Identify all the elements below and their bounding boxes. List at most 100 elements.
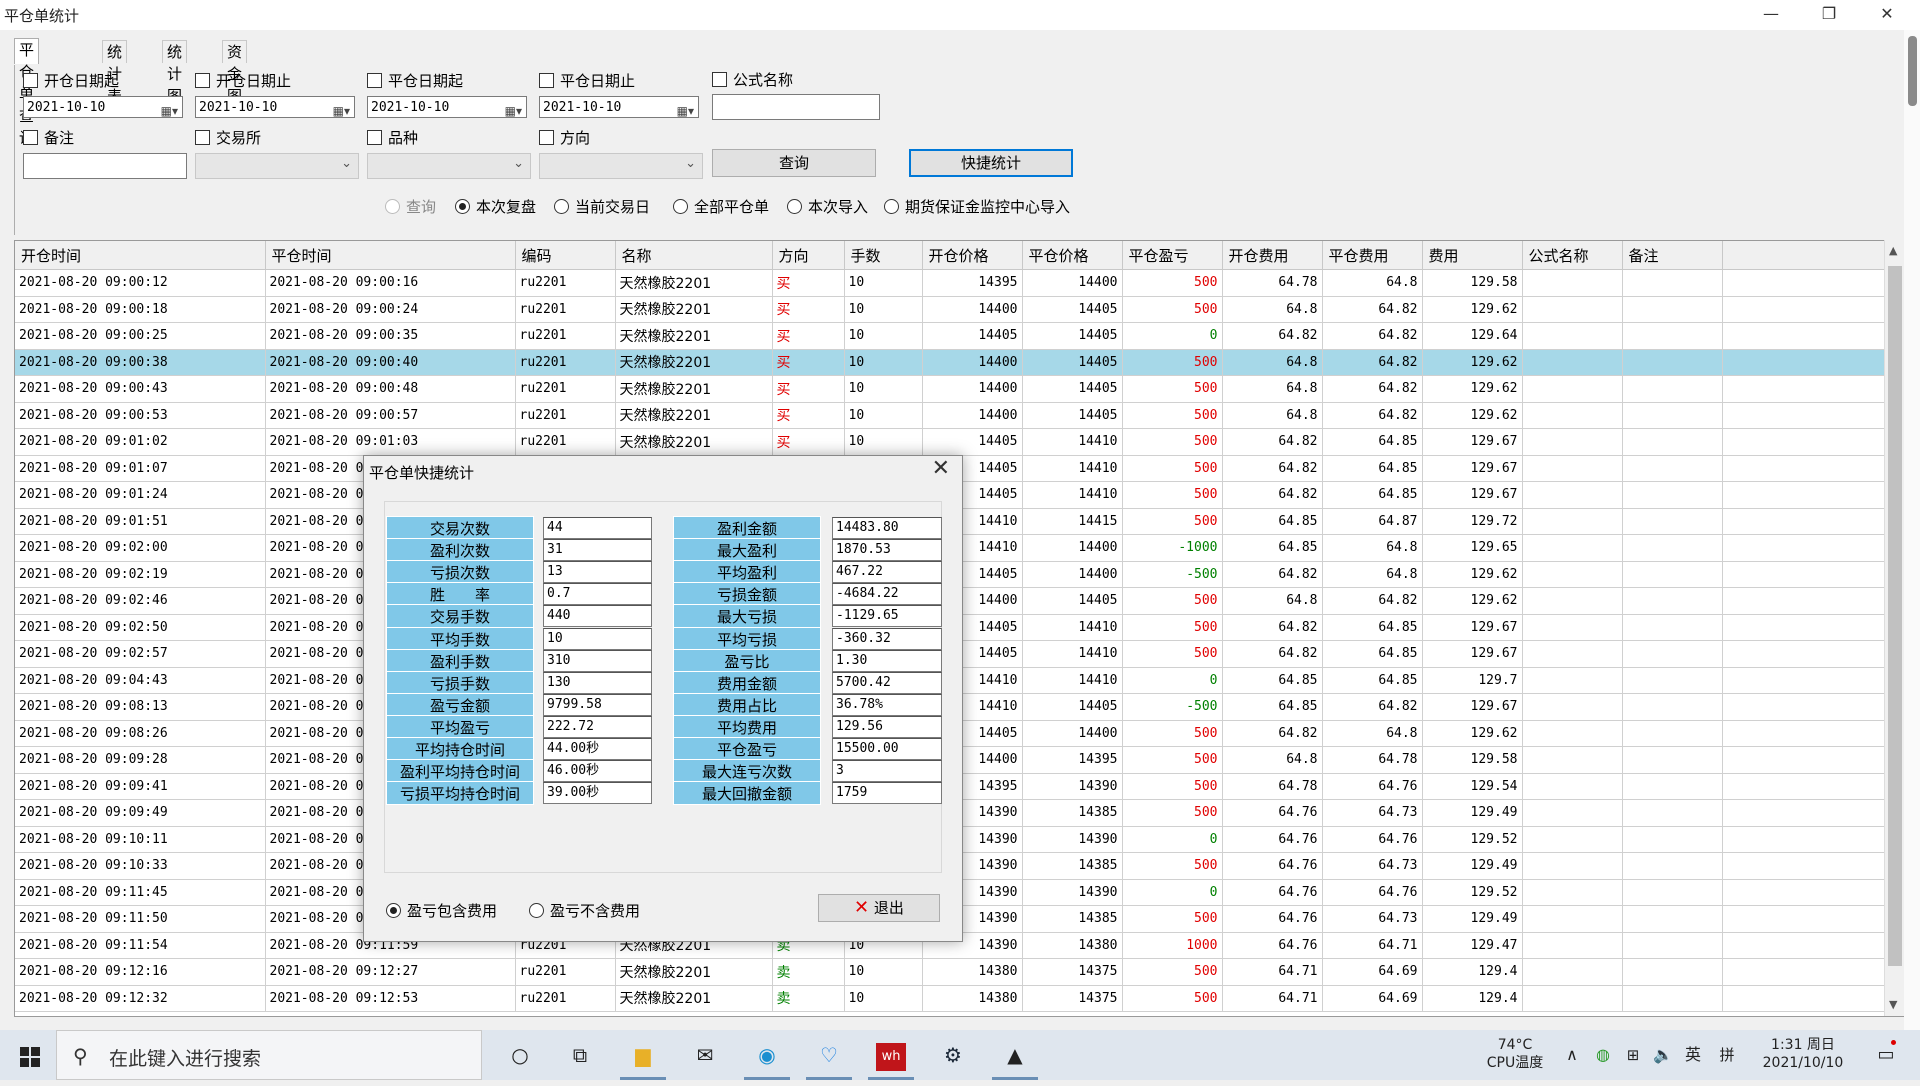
variety-checkbox[interactable]: 品种 bbox=[367, 128, 418, 148]
edge-browser-icon[interactable]: ◉ bbox=[744, 1030, 790, 1080]
column-header[interactable]: 费用 bbox=[1422, 241, 1523, 270]
right-stat-value[interactable]: 14483.80 bbox=[832, 517, 942, 539]
left-stat-value[interactable]: 10 bbox=[543, 627, 652, 650]
close-date-to-checkbox[interactable]: 平仓日期止 bbox=[539, 71, 635, 91]
scroll-thumb[interactable] bbox=[1908, 36, 1917, 106]
radio-all-close-orders[interactable]: 全部平仓单 bbox=[673, 197, 769, 217]
grid-scrollbar[interactable]: ▲ ▼ bbox=[1884, 240, 1905, 1016]
left-stat-value[interactable]: 31 bbox=[543, 539, 652, 562]
close-icon[interactable]: ✕ bbox=[932, 456, 950, 481]
quick-stats-button[interactable]: 快捷统计 bbox=[909, 149, 1073, 177]
right-stat-value[interactable]: 36.78% bbox=[832, 693, 942, 716]
chevron-up-icon[interactable]: ∧ bbox=[1560, 1030, 1584, 1080]
network-icon[interactable]: ⊞ bbox=[1620, 1030, 1646, 1080]
open-date-from-checkbox[interactable]: 开仓日期起 bbox=[23, 71, 119, 91]
note-checkbox[interactable]: 备注 bbox=[23, 128, 74, 148]
window-scrollbar[interactable] bbox=[1904, 30, 1920, 1030]
direction-checkbox[interactable]: 方向 bbox=[539, 128, 590, 148]
radio-current-trading-day[interactable]: 当前交易日 bbox=[554, 197, 650, 217]
left-stat-value[interactable]: 9799.58 bbox=[543, 693, 652, 716]
table-row[interactable]: 2021-08-20 09:00:53 2021-08-20 09:00:57 ru… bbox=[15, 402, 1905, 429]
right-stat-value[interactable]: 467.22 bbox=[832, 561, 942, 584]
steam-icon[interactable]: ⚙ bbox=[930, 1030, 976, 1080]
trading-app-icon[interactable]: wh bbox=[868, 1030, 914, 1080]
tab-stats-table[interactable]: 统计表 bbox=[102, 40, 128, 105]
column-header[interactable]: 平仓时间 bbox=[265, 241, 516, 270]
left-stat-value[interactable]: 0.7 bbox=[543, 583, 652, 606]
column-header[interactable]: 平仓盈亏 bbox=[1122, 241, 1223, 270]
column-header[interactable]: 编码 bbox=[515, 241, 616, 270]
close-date-from-checkbox[interactable]: 平仓日期起 bbox=[367, 71, 463, 91]
left-stat-value[interactable]: 13 bbox=[543, 561, 652, 584]
table-row[interactable]: 2021-08-20 09:01:02 2021-08-20 09:01:03 ru… bbox=[15, 428, 1905, 456]
query-button[interactable]: 查询 bbox=[712, 149, 876, 177]
left-stat-value[interactable]: 440 bbox=[543, 605, 652, 628]
right-stat-value[interactable]: 1870.53 bbox=[832, 539, 942, 562]
volume-icon[interactable]: 🔈 bbox=[1650, 1030, 1676, 1080]
radio-exclude-fee[interactable]: 盈亏不含费用 bbox=[529, 901, 640, 921]
close-button[interactable]: ✕ bbox=[1858, 0, 1916, 30]
left-stat-value[interactable]: 39.00秒 bbox=[543, 782, 652, 805]
tray-app-icon[interactable]: ◍ bbox=[1590, 1030, 1616, 1080]
scroll-up-icon[interactable]: ▲ bbox=[1889, 244, 1897, 257]
column-header[interactable]: 平仓费用 bbox=[1322, 241, 1423, 270]
open-date-from-picker[interactable]: 2021-10-10 ▦▾ bbox=[23, 96, 183, 118]
clock[interactable]: 1:31 周日 2021/10/10 bbox=[1748, 1036, 1858, 1086]
ime-mode-indicator[interactable]: 拼 bbox=[1714, 1030, 1740, 1080]
exchange-checkbox[interactable]: 交易所 bbox=[195, 128, 261, 148]
windows-start-icon[interactable] bbox=[10, 1030, 50, 1080]
table-row[interactable]: 2021-08-20 09:12:32 2021-08-20 09:12:53 ru… bbox=[15, 985, 1905, 1012]
left-stat-value[interactable]: 46.00秒 bbox=[543, 760, 652, 783]
column-header[interactable]: 备注 bbox=[1622, 241, 1723, 270]
file-explorer-icon[interactable]: ▆ bbox=[620, 1030, 666, 1080]
app-heart-icon[interactable]: ♡ bbox=[806, 1030, 852, 1080]
left-stat-value[interactable]: 44 bbox=[543, 517, 652, 539]
right-stat-value[interactable]: 1.30 bbox=[832, 649, 942, 672]
table-row[interactable]: 2021-08-20 09:00:38 2021-08-20 09:00:40 ru… bbox=[15, 349, 1905, 376]
taskbar-search-box[interactable]: ⚲ 在此键入进行搜索 bbox=[56, 1030, 482, 1080]
formula-name-checkbox[interactable]: 公式名称 bbox=[712, 70, 793, 90]
right-stat-value[interactable]: -360.32 bbox=[832, 627, 942, 650]
close-date-to-picker[interactable]: 2021-10-10 ▦▾ bbox=[539, 96, 699, 118]
restore-button[interactable]: ❐ bbox=[1800, 0, 1858, 30]
right-stat-value[interactable]: -1129.65 bbox=[832, 605, 942, 628]
column-header[interactable]: 开仓价格 bbox=[922, 241, 1023, 270]
radio-include-fee[interactable]: 盈亏包含费用 bbox=[386, 901, 497, 921]
column-header[interactable]: 方向 bbox=[772, 241, 845, 270]
table-row[interactable]: 2021-08-20 09:00:43 2021-08-20 09:00:48 ru… bbox=[15, 375, 1905, 403]
direction-select[interactable]: ⌄ bbox=[539, 153, 703, 179]
table-row[interactable]: 2021-08-20 09:00:12 2021-08-20 09:00:16 ru… bbox=[15, 269, 1905, 297]
minimize-button[interactable]: — bbox=[1742, 0, 1800, 30]
exit-button[interactable]: ✕ 退出 bbox=[818, 894, 940, 922]
notification-icon[interactable]: ▭ bbox=[1866, 1030, 1906, 1080]
cortana-icon[interactable]: ○ bbox=[500, 1030, 540, 1080]
tab-close-query[interactable]: 平仓单查询 bbox=[14, 38, 40, 147]
close-date-from-picker[interactable]: 2021-10-10 ▦▾ bbox=[367, 96, 527, 118]
radio-this-replay[interactable]: 本次复盘 bbox=[455, 197, 536, 217]
ime-lang-indicator[interactable]: 英 bbox=[1680, 1030, 1706, 1080]
right-stat-value[interactable]: 1759 bbox=[832, 782, 942, 805]
column-header[interactable]: 开仓时间 bbox=[15, 241, 266, 270]
photos-icon[interactable]: ▲ bbox=[992, 1030, 1038, 1080]
table-row[interactable]: 2021-08-20 09:12:16 2021-08-20 09:12:27 ru… bbox=[15, 958, 1905, 986]
right-stat-value[interactable]: 15500.00 bbox=[832, 738, 942, 760]
column-header[interactable]: 公式名称 bbox=[1522, 241, 1623, 270]
open-date-to-checkbox[interactable]: 开仓日期止 bbox=[195, 71, 291, 91]
column-header[interactable]: 名称 bbox=[615, 241, 773, 270]
column-header[interactable]: 手数 bbox=[844, 241, 923, 270]
open-date-to-picker[interactable]: 2021-10-10 ▦▾ bbox=[195, 96, 355, 118]
exchange-select[interactable]: ⌄ bbox=[195, 153, 359, 179]
scroll-thumb[interactable] bbox=[1888, 266, 1902, 966]
column-header[interactable]: 开仓费用 bbox=[1222, 241, 1323, 270]
column-header[interactable]: 平仓价格 bbox=[1022, 241, 1123, 270]
right-stat-value[interactable]: 129.56 bbox=[832, 715, 942, 738]
note-input[interactable] bbox=[23, 153, 187, 179]
table-row[interactable]: 2021-08-20 09:00:18 2021-08-20 09:00:24 ru… bbox=[15, 296, 1905, 323]
radio-cfmmc-import[interactable]: 期货保证金监控中心导入 bbox=[884, 197, 1070, 217]
cpu-temp-widget[interactable]: 74°C CPU温度 bbox=[1480, 1036, 1550, 1086]
variety-select[interactable]: ⌄ bbox=[367, 153, 531, 179]
radio-this-import[interactable]: 本次导入 bbox=[787, 197, 868, 217]
scroll-down-icon[interactable]: ▼ bbox=[1889, 998, 1897, 1011]
tab-fund-chart[interactable]: 资金图 bbox=[222, 40, 248, 105]
left-stat-value[interactable]: 44.00秒 bbox=[543, 738, 652, 760]
